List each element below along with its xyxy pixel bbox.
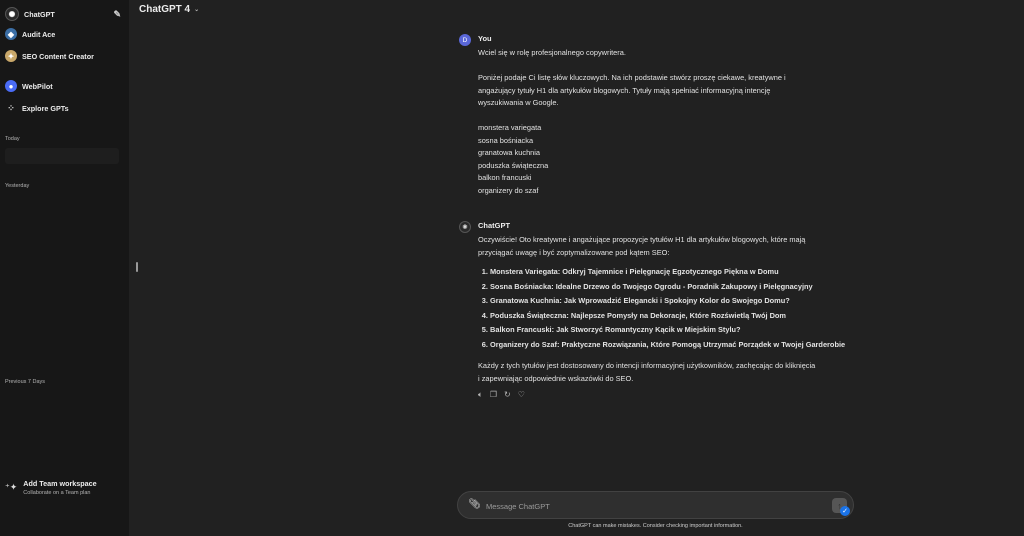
thumbs-down-icon[interactable]: ♡ [518,389,525,402]
check-badge-icon: ✓ [840,506,850,516]
message-line: balkon francuski [478,173,532,182]
sidebar-item-label: WebPilot [22,81,53,91]
sidebar: ✺ ChatGPT ✎ ◆ Audit Ace ✦ SEO Content Cr… [0,0,129,536]
message-composer: 📎︎ ↑ [457,491,854,519]
list-item: Granatowa Kuchnia: Jak Wprowadzić Elegan… [490,294,858,309]
message-body: Wciel się w rolę profesjonalnego copywri… [478,47,858,197]
intro-line: Oczywiście! Oto kreatywne i angażujące p… [478,235,806,244]
message-line: wyszukiwania w Google. [478,98,559,107]
message-line: poduszka świąteczna [478,160,549,170]
add-team-workspace[interactable]: ⁺✦ Add Team workspace Collaborate on a T… [5,479,97,496]
message-line: monstera variegata [478,123,542,132]
list-item: Balkon Francuski: Jak Stworzyć Romantycz… [490,323,858,338]
chevron-down-icon: ⌄ [194,7,200,13]
copy-icon[interactable]: ❐ [490,389,497,402]
message-line: granatowa kuchnia [478,148,541,157]
sidebar-item-label: ChatGPT [24,9,55,19]
attach-paperclip-icon[interactable]: 📎︎ [468,499,481,510]
message-line: Poniżej podaje Ci listę słów kluczowych.… [478,73,786,82]
list-item: Sosna Bośniacka: Idealne Drzewo do Twoje… [490,280,858,295]
sidebar-item-seo-content-creator[interactable]: ✦ SEO Content Creator [5,47,121,65]
message-author: ChatGPT [478,221,511,230]
webpilot-icon: ● [5,80,17,92]
message-line: Wciel się w rolę profesjonalnego copywri… [478,48,626,57]
chatgpt-logo-icon: ✺ [459,221,471,233]
list-item: Organizery do Szaf: Praktyczne Rozwiązan… [490,338,858,353]
message-input[interactable] [486,500,806,512]
team-title: Add Team workspace [23,479,97,488]
sidebar-item-explore-gpts[interactable]: ⁘ Explore GPTs [5,99,121,117]
outro-line: i zapewniając odpowiednie wskazówki do S… [478,373,634,383]
user-avatar: D [459,34,471,46]
message-line: sosna bośniacka [478,135,534,145]
chatgpt-logo-icon: ✺ [5,7,19,21]
message-line: organizery do szaf [478,185,539,195]
sidebar-item-audit-ace[interactable]: ◆ Audit Ace [5,25,121,43]
sidebar-item-label: SEO Content Creator [22,51,94,61]
new-chat-edit-icon[interactable]: ✎ [113,9,121,20]
team-subtitle: Collaborate on a Team plan [23,490,91,496]
sidebar-item-label: Explore GPTs [22,103,69,113]
disclaimer: ChatGPT can make mistakes. Consider chec… [568,523,743,529]
intro-line: przyciągać uwagę i być zoptymalizowane p… [478,247,670,257]
list-item: Monstera Variegata: Odkryj Tajemnice i P… [490,265,858,280]
message-author: You [478,34,492,43]
sidebar-toggle-handle[interactable] [136,262,138,272]
model-name: ChatGPT 4 [139,4,191,15]
message-actions: 🔈︎ ❐ ↻ ♡ [478,389,858,402]
sidebar-item-label: Audit Ace [22,29,56,39]
grid-icon: ⁘ [7,102,15,113]
section-previous-7-days: Previous 7 Days [5,379,46,385]
assistant-message: ✺ ChatGPT Oczywiście! Oto kreatywne i an… [459,221,859,436]
read-aloud-icon[interactable]: 🔈︎ [478,389,483,402]
user-message: D You Wciel się w rolę profesjonalnego c… [459,34,859,197]
section-yesterday: Yesterday [5,183,30,189]
section-today: Today [5,136,20,142]
message-body: Oczywiście! Oto kreatywne i angażujące p… [478,234,858,402]
sidebar-item-webpilot[interactable]: ● WebPilot [5,77,121,95]
audit-ace-icon: ◆ [5,28,17,40]
model-selector[interactable]: ChatGPT 4 ⌄ [139,4,199,15]
sparkle-plus-icon: ⁺✦ [5,482,18,492]
list-item: Poduszka Świąteczna: Najlepsze Pomysły n… [490,309,858,324]
sidebar-item-chatgpt[interactable]: ✺ ChatGPT ✎ [5,5,121,23]
regenerate-icon[interactable]: ↻ [504,389,511,402]
seo-content-creator-icon: ✦ [5,50,17,62]
outro-line: Każdy z tych tytułów jest dostosowany do… [478,361,816,370]
title-list: Monstera Variegata: Odkryj Tajemnice i P… [478,265,858,352]
message-line: angażujący tytuły H1 dla artykułów blogo… [478,85,771,95]
history-item[interactable] [5,148,119,164]
